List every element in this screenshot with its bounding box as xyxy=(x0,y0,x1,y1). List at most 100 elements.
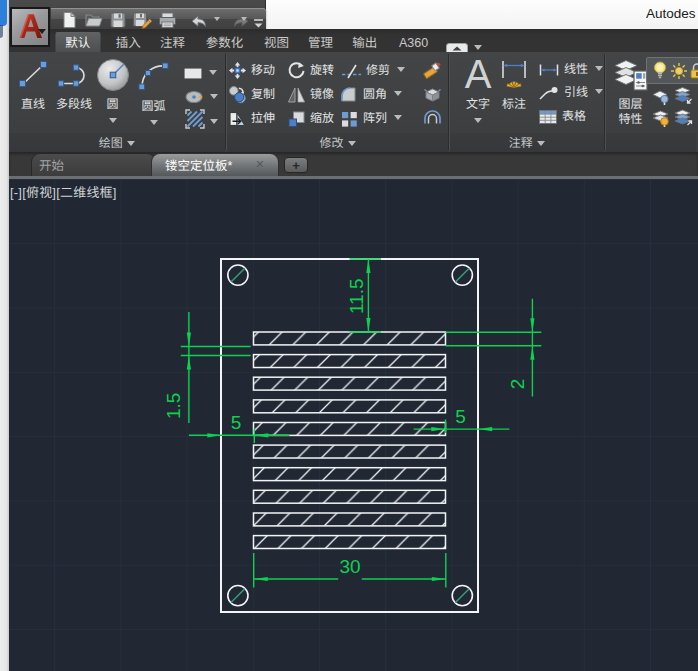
plot-icon xyxy=(158,11,177,29)
dim-2-text: 2 xyxy=(506,379,527,390)
explode-icon xyxy=(422,85,443,103)
layer-unisolate-icon xyxy=(673,108,693,126)
autocad-window: Autodes 默认 插入 注释 参数化 视图 管理 输出 A360 直线 多段… xyxy=(0,0,698,671)
panel-modify-expand-icon[interactable] xyxy=(348,141,356,146)
ellipse-dropdown-icon[interactable] xyxy=(210,94,218,99)
rotate-button[interactable]: 旋转 xyxy=(287,59,334,78)
move-button[interactable]: 移动 xyxy=(228,59,275,78)
viewport-controls[interactable]: [-][俯视][二维线框] xyxy=(10,182,117,201)
arc-button[interactable]: 圆弧 xyxy=(132,55,176,128)
dimension-button[interactable]: 标注 xyxy=(493,55,535,109)
layer-freeze-button[interactable] xyxy=(651,108,671,132)
stretch-label: 拉伸 xyxy=(251,108,275,125)
leader-dropdown-icon[interactable] xyxy=(595,89,603,94)
layer-make-current-button[interactable] xyxy=(651,86,671,110)
array-icon xyxy=(340,110,359,128)
scale-button[interactable]: 缩放 xyxy=(287,107,334,126)
hatched-slot-bar xyxy=(253,400,445,413)
panel-annotate-expand-icon[interactable] xyxy=(537,141,545,146)
layer-unisolate-button[interactable] xyxy=(673,107,693,131)
drawing-canvas[interactable]: 11.5 1.5 2 5 5 30 [-][俯视][二维线框] xyxy=(9,179,698,671)
offset-icon xyxy=(422,109,443,126)
circle-icon xyxy=(95,57,131,93)
move-label: 移动 xyxy=(251,60,275,77)
title-bar: Autodes xyxy=(9,0,698,29)
hatched-slot-bar xyxy=(253,445,445,458)
ribbon-tab-output[interactable]: 输出 xyxy=(342,32,387,52)
text-dropdown-icon[interactable] xyxy=(474,118,482,123)
mirror-icon xyxy=(287,86,306,104)
file-tab-drawing[interactable]: 镂空定位板* ✕ xyxy=(151,153,279,176)
ribbon-tab-manage[interactable]: 管理 xyxy=(298,32,343,52)
panel-modify-label[interactable]: 修改 xyxy=(227,133,448,152)
file-tab-drawing-label: 镂空定位板* xyxy=(165,154,232,176)
layer-on-button[interactable] xyxy=(652,60,668,85)
explode-button[interactable] xyxy=(422,82,447,101)
erase-button[interactable] xyxy=(422,58,447,77)
ribbon-tab-view[interactable]: 视图 xyxy=(254,32,299,52)
layer-properties-icon xyxy=(613,58,649,92)
fillet-button[interactable]: 圆角 xyxy=(340,83,402,102)
new-file-icon xyxy=(60,11,78,29)
erase-icon xyxy=(422,60,443,79)
ribbon-tab-default[interactable]: 默认 xyxy=(55,32,100,52)
ellipse-icon xyxy=(184,90,204,104)
layer-lock-button[interactable] xyxy=(690,61,698,85)
ribbon: 直线 多段线 圆 圆弧 绘图 移动 旋转 xyxy=(9,52,698,152)
table-icon xyxy=(538,109,558,125)
mirror-button[interactable]: 镜像 xyxy=(287,83,334,102)
layer-properties-label-1: 图层 xyxy=(609,96,653,109)
ribbon-tab-a360[interactable]: A360 xyxy=(389,32,438,52)
array-button[interactable]: 阵列 xyxy=(340,107,402,126)
rectangle-dropdown-icon[interactable] xyxy=(209,70,217,75)
circle-dropdown-icon[interactable] xyxy=(109,118,117,123)
mirror-label: 镜像 xyxy=(310,84,334,101)
layer-isolate-button[interactable] xyxy=(673,85,693,109)
panel-draw-expand-icon[interactable] xyxy=(127,141,135,146)
trim-dropdown-icon[interactable] xyxy=(397,67,405,72)
hatched-slot-bar xyxy=(253,377,445,390)
rectangle-button[interactable] xyxy=(183,61,203,85)
panel-annotate-label[interactable]: 注释 xyxy=(450,133,604,152)
hatch-dropdown-icon[interactable] xyxy=(210,119,218,124)
offset-button[interactable] xyxy=(422,106,447,125)
circle-label: 圆 xyxy=(91,96,135,109)
text-button[interactable]: A 文字 xyxy=(458,55,498,126)
arc-dropdown-icon[interactable] xyxy=(150,120,158,125)
background-window-strip xyxy=(0,0,9,671)
circle-button[interactable]: 圆 xyxy=(91,55,135,126)
table-button[interactable]: 表格 xyxy=(538,105,586,124)
linear-dim-button[interactable]: 线性 xyxy=(538,58,603,77)
save-icon xyxy=(109,11,127,29)
copy-button[interactable]: 复制 xyxy=(228,83,275,102)
layer-thaw-sun-icon xyxy=(670,62,688,80)
cad-drawing[interactable]: 11.5 1.5 2 5 5 30 xyxy=(9,179,698,671)
trim-icon xyxy=(340,63,362,79)
stretch-button[interactable]: 拉伸 xyxy=(228,107,275,126)
fillet-dropdown-icon[interactable] xyxy=(394,91,402,96)
ribbon-tab-parametric[interactable]: 参数化 xyxy=(196,32,254,52)
file-tab-close-icon[interactable]: ✕ xyxy=(255,154,264,176)
minimize-ribbon-caret-icon[interactable] xyxy=(474,45,482,50)
panel-draw-label[interactable]: 绘图 xyxy=(9,133,226,152)
layer-lock-icon xyxy=(690,62,698,80)
redo-dropdown-icon[interactable] xyxy=(241,17,247,21)
trim-button[interactable]: 修剪 xyxy=(340,59,405,78)
layer-thaw-button[interactable] xyxy=(670,61,688,85)
linear-dropdown-icon[interactable] xyxy=(595,66,603,71)
ribbon-tab-insert[interactable]: 插入 xyxy=(106,32,151,52)
undo-icon xyxy=(188,13,208,30)
panel-layers-label[interactable] xyxy=(606,133,697,152)
new-drawing-tab-button[interactable]: + xyxy=(284,157,308,173)
application-menu-button[interactable] xyxy=(10,7,50,47)
array-dropdown-icon[interactable] xyxy=(394,115,402,120)
ribbon-tab-annotate[interactable]: 注释 xyxy=(150,32,195,52)
hatch-button[interactable] xyxy=(184,108,206,135)
file-tab-start[interactable]: 开始 xyxy=(31,153,156,176)
line-button[interactable]: 直线 xyxy=(11,55,55,109)
undo-dropdown-icon[interactable] xyxy=(214,17,220,21)
leader-label: 引线 xyxy=(564,82,588,99)
text-label: 文字 xyxy=(458,96,498,109)
leader-button[interactable]: 引线 xyxy=(538,81,603,100)
ellipse-button[interactable] xyxy=(184,85,204,109)
